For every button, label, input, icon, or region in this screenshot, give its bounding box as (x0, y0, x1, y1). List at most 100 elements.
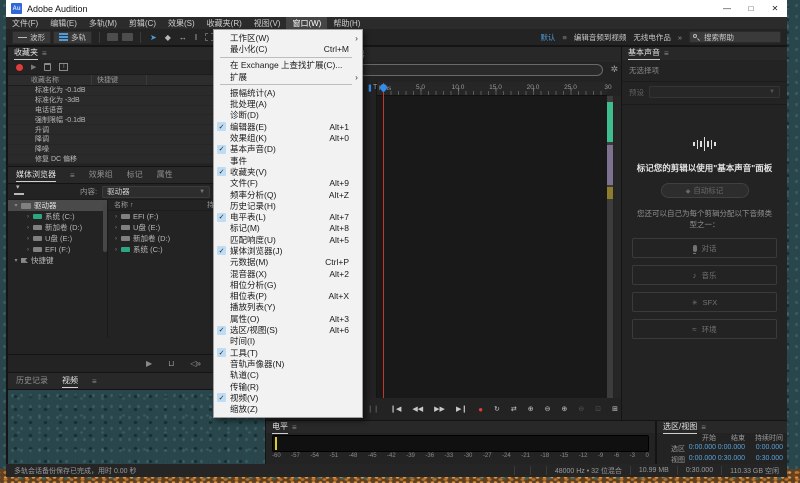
expander-icon[interactable]: › (112, 236, 120, 242)
preview-play-icon[interactable]: ▶ (146, 359, 152, 368)
menu-item[interactable]: 扩展 (214, 71, 362, 82)
transport-button[interactable]: ⊖ (578, 405, 584, 413)
import-icon[interactable] (14, 188, 24, 195)
expander-icon[interactable]: ▾ (12, 257, 20, 264)
menu-item[interactable]: 工作区(W) (214, 32, 362, 43)
panel-menu-icon[interactable]: ≡ (42, 49, 47, 58)
audio-type-button[interactable]: 对话 (632, 238, 777, 258)
transport-button[interactable]: ⊡ (595, 405, 601, 413)
view-start-value[interactable]: 0:00.000 (687, 455, 716, 464)
menu-item[interactable]: 缩放(Z) (214, 404, 362, 415)
menu-item[interactable]: 传输(R) (214, 381, 362, 392)
close-icon[interactable]: ✕ (763, 0, 787, 17)
transport-button[interactable]: ▶▶ (434, 405, 445, 413)
navigator-settings-icon[interactable]: ✲ (610, 64, 618, 75)
menu-item[interactable]: 批处理(A) (214, 98, 362, 109)
menubar-item[interactable]: 剪辑(C) (123, 17, 162, 29)
tree-item[interactable]: ▾ 快捷键 (8, 255, 107, 266)
menu-item[interactable]: 诊断(D) (214, 110, 362, 121)
menu-item[interactable]: 混音器(X) Alt+2 (214, 268, 362, 279)
transport-button[interactable]: ⊕ (562, 405, 568, 413)
multitrack-canvas[interactable] (377, 96, 607, 398)
waveform-view-button[interactable]: 波形 (12, 31, 51, 44)
favorites-tab[interactable]: 收藏夹 (14, 47, 38, 60)
workspace-default[interactable]: 默认 (540, 32, 555, 43)
delete-favorite-icon[interactable] (44, 63, 51, 71)
tab-levels[interactable]: 电平 (272, 421, 288, 434)
tab-markers[interactable]: 标记 (127, 169, 143, 181)
tab-properties[interactable]: 属性 (157, 169, 173, 181)
menu-item[interactable]: 媒体浏览器(J) (214, 245, 362, 256)
tab-history[interactable]: 历史记录 (16, 375, 48, 387)
view-end-value[interactable]: 0:30.000 (716, 455, 745, 464)
column-favorite-name[interactable]: 收藏名称 (8, 75, 92, 85)
menu-item[interactable]: 元数据(M) Ctrl+P (214, 257, 362, 268)
menubar-item[interactable]: 编辑(E) (44, 17, 83, 29)
search-input[interactable] (689, 31, 781, 43)
expander-icon[interactable]: ▾ (12, 202, 20, 209)
time-selection-tool-icon[interactable]: I (195, 33, 197, 42)
transport-button[interactable]: ↻ (494, 405, 500, 413)
panel-menu-icon[interactable]: ≡ (701, 423, 706, 432)
menu-item[interactable]: 音轨声像器(N) (214, 358, 362, 369)
menu-item[interactable]: 效果组(K) Alt+0 (214, 132, 362, 143)
menubar-item[interactable]: 窗口(W) (286, 17, 327, 29)
minimize-icon[interactable]: — (715, 0, 739, 17)
menubar-item[interactable]: 效果(S) (162, 17, 201, 29)
timeline-ruler[interactable]: hms 5.010.015.020.025.030 (377, 82, 607, 96)
tab-selection-view[interactable]: 选区/视图 (663, 421, 697, 434)
menubar-item[interactable]: 多轨(M) (83, 17, 123, 29)
menu-item[interactable]: 相位表(P) Alt+X (214, 291, 362, 302)
menu-item[interactable]: 相位分析(G) (214, 279, 362, 290)
menu-item[interactable]: 振幅统计(A) (214, 87, 362, 98)
expander-icon[interactable]: › (112, 225, 120, 231)
level-meter[interactable] (272, 435, 649, 452)
tree-item[interactable]: ▾ 驱动器 (8, 200, 107, 211)
expander-icon[interactable]: › (24, 247, 32, 253)
audio-type-button[interactable]: 音乐 (632, 265, 777, 285)
audio-type-button[interactable]: 环境 (632, 319, 777, 339)
menu-item[interactable]: 属性(O) Alt+3 (214, 313, 362, 324)
workspace-edit-audio-to-video[interactable]: 编辑音频到视频 (574, 32, 627, 43)
selection-start-value[interactable]: 0:00.000 (687, 444, 716, 454)
move-tool-icon[interactable]: ➤ (150, 33, 157, 42)
column-name[interactable]: 名称 (114, 200, 128, 210)
record-favorite-icon[interactable] (16, 64, 23, 71)
panel-menu-icon[interactable]: ≡ (292, 423, 297, 432)
menu-item[interactable]: 事件 (214, 155, 362, 166)
spectral-frequency-icon[interactable] (107, 33, 118, 41)
preview-loop-icon[interactable]: ⊔ (168, 359, 174, 368)
tree-item[interactable]: › 系统 (C:) (8, 211, 107, 222)
playhead-line[interactable] (383, 83, 384, 398)
workspace-radio-production[interactable]: 无线电作品 (633, 32, 671, 43)
menu-item[interactable]: 收藏夹(V) (214, 166, 362, 177)
transport-button[interactable]: ⊖ (545, 405, 551, 413)
tree-item[interactable]: › EFI (F:) (8, 244, 107, 255)
play-favorite-icon[interactable]: ▶ (31, 63, 36, 71)
selection-duration-value[interactable]: 0:00.000 (745, 444, 783, 454)
menu-item[interactable]: 工具(T) (214, 347, 362, 358)
panel-menu-icon[interactable]: ≡ (664, 49, 669, 58)
menu-item[interactable]: 基本声音(D) (214, 144, 362, 155)
expander-icon[interactable]: › (112, 247, 120, 253)
menu-item[interactable]: 时间(I) (214, 336, 362, 347)
tab-effects-rack[interactable]: 效果组 (89, 169, 113, 181)
maximize-icon[interactable]: □ (739, 0, 763, 17)
menu-item[interactable]: 轨道(C) (214, 370, 362, 381)
menu-item[interactable]: 匹配响度(U) Alt+5 (214, 234, 362, 245)
selection-end-value[interactable]: 0:00.000 (716, 444, 745, 454)
menu-item[interactable]: 在 Exchange 上查找扩展(C)... (214, 60, 362, 71)
multitrack-view-button[interactable]: 多轨 (53, 31, 92, 44)
tree-scrollbar[interactable] (103, 204, 107, 252)
preset-dropdown[interactable]: ▼ (649, 86, 780, 98)
menubar-item[interactable]: 文件(F) (6, 17, 44, 29)
tab-essential-sound[interactable]: 基本声音 (628, 47, 660, 60)
transport-button[interactable]: ⊞ (612, 405, 618, 413)
transport-button[interactable]: ⊕ (528, 405, 534, 413)
menu-item[interactable]: 最小化(C) Ctrl+M (214, 43, 362, 54)
menubar-item[interactable]: 视图(V) (248, 17, 287, 29)
menu-item[interactable]: 播放列表(Y) (214, 302, 362, 313)
menu-item[interactable]: 电平表(L) Alt+7 (214, 211, 362, 222)
slip-tool-icon[interactable]: ↔ (179, 33, 187, 42)
panel-menu-icon[interactable]: ≡ (92, 377, 97, 386)
